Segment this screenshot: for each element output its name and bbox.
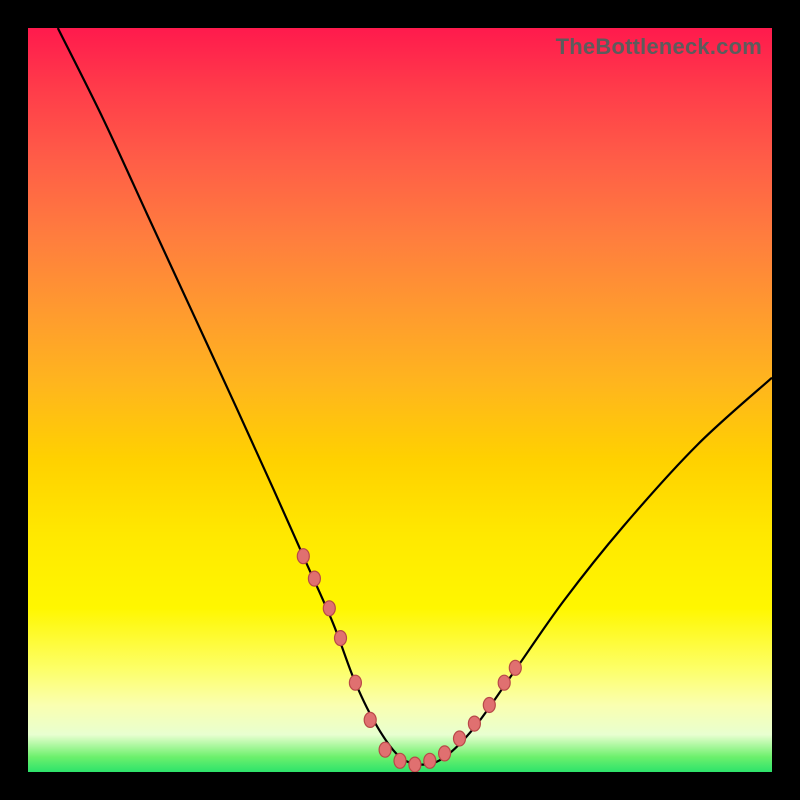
marker-dot <box>323 601 335 616</box>
marker-dot <box>364 712 376 727</box>
marker-dot <box>349 675 361 690</box>
marker-dots <box>297 549 521 772</box>
marker-dot <box>454 731 466 746</box>
curve-layer <box>28 28 772 772</box>
marker-dot <box>468 716 480 731</box>
marker-dot <box>509 660 521 675</box>
marker-dot <box>308 571 320 586</box>
marker-dot <box>439 746 451 761</box>
plot-area: TheBottleneck.com <box>28 28 772 772</box>
marker-dot <box>379 742 391 757</box>
marker-dot <box>394 753 406 768</box>
marker-dot <box>498 675 510 690</box>
marker-dot <box>297 549 309 564</box>
chart-frame: TheBottleneck.com <box>0 0 800 800</box>
marker-dot <box>483 698 495 713</box>
marker-dot <box>335 631 347 646</box>
bottleneck-curve <box>58 28 772 765</box>
marker-dot <box>409 757 421 772</box>
marker-dot <box>424 753 436 768</box>
